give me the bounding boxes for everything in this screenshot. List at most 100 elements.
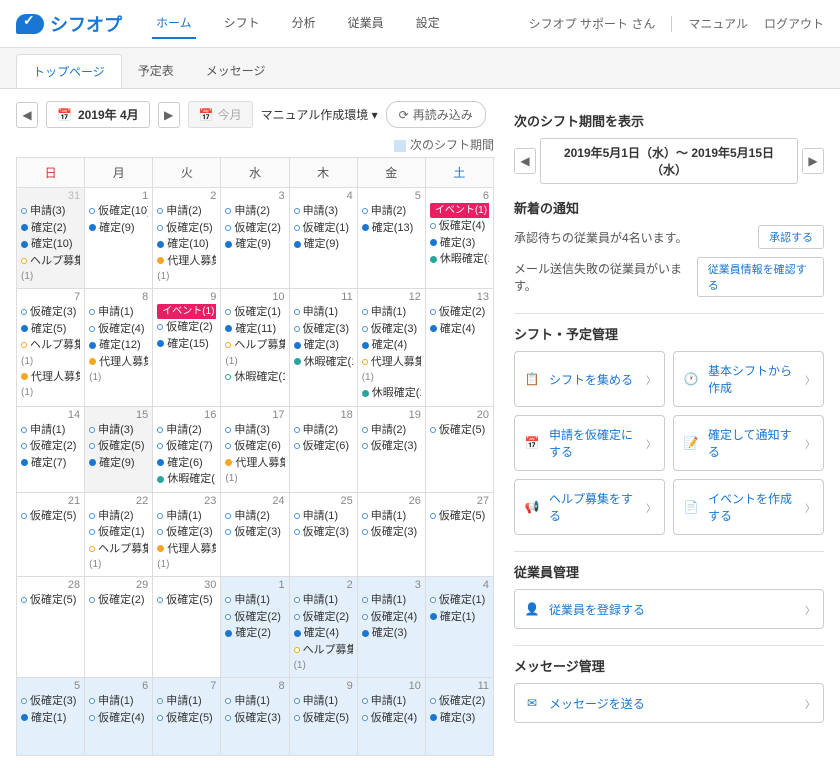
shift-item: 仮確定(4) [89,710,148,727]
shift-action-button[interactable]: 📋シフトを集める〉 [514,351,665,407]
day-number: 27 [430,495,489,507]
calendar-cell[interactable]: 28仮確定(5) [17,577,85,678]
notice-action-button[interactable]: 従業員情報を確認する [697,257,824,297]
tab-message[interactable]: メッセージ [190,54,282,88]
calendar-cell[interactable]: 5仮確定(3)確定(1) [17,678,85,756]
calendar-cell[interactable]: 18申請(2)仮確定(6) [289,406,357,492]
shift-item: (1) [157,269,216,284]
calendar-cell[interactable]: 9申請(1)仮確定(5) [289,678,357,756]
calendar-cell[interactable]: 17申請(3)仮確定(6)代理人募集(1) [221,406,289,492]
calendar-cell[interactable]: 12申請(1)仮確定(3)確定(4)代理人募集(1)休暇確定(1) [357,289,425,407]
calendar-cell[interactable]: 23申請(1)仮確定(3)代理人募集(1) [153,492,221,577]
calendar-cell[interactable]: 22申請(2)仮確定(1)ヘルプ募集(1) [85,492,153,577]
calendar-cell[interactable]: 29仮確定(2) [85,577,153,678]
shift-item: 申請(2) [225,508,284,525]
calendar-cell[interactable]: 7申請(1)仮確定(5) [153,678,221,756]
status-dot [362,208,368,214]
notice-row: 承認待ちの従業員が4名います。承認する [514,225,824,249]
prev-month-button[interactable]: ◀ [16,102,38,128]
calendar-cell[interactable]: 31申請(3)確定(2)確定(10)ヘルプ募集(1) [17,188,85,289]
calendar-cell[interactable]: 11仮確定(2)確定(3) [425,678,493,756]
shift-item: 仮確定(3) [362,438,421,455]
tab-toppage[interactable]: トップページ [16,54,122,88]
register-employee-button[interactable]: 👤従業員を登録する〉 [514,589,824,629]
send-message-button[interactable]: ✉メッセージを送る〉 [514,683,824,723]
this-month-button[interactable]: 📅 今月 [188,101,253,128]
calendar-cell[interactable]: 2申請(1)仮確定(2)確定(4)ヘルプ募集(1) [289,577,357,678]
calendar-cell[interactable]: 10申請(1)仮確定(4) [357,678,425,756]
day-number: 5 [362,190,421,202]
period-next-button[interactable]: ▶ [802,148,824,174]
calendar-cell[interactable]: 6申請(1)仮確定(4) [85,678,153,756]
month-selector[interactable]: 📅 2019年 4月 [46,101,150,128]
env-selector[interactable]: マニュアル作成環境 ▾ [261,106,378,123]
shift-action-button[interactable]: 📅申請を仮確定にする〉 [514,415,665,471]
calendar-cell[interactable]: 1仮確定(10)確定(9) [85,188,153,289]
calendar-cell[interactable]: 1申請(1)仮確定(2)確定(2) [221,577,289,678]
manual-link[interactable]: マニュアル [688,15,748,32]
period-range[interactable]: 2019年5月1日（水）～ 2019年5月15日（水） [540,138,798,184]
calendar-cell[interactable]: 5申請(2)確定(13) [357,188,425,289]
calendar-cell[interactable]: 9イベント(1)仮確定(2)確定(15) [153,289,221,407]
tab-schedule[interactable]: 予定表 [122,54,190,88]
shift-item: 確定(9) [225,236,284,253]
shift-action-button[interactable]: 📢ヘルプ募集をする〉 [514,479,665,535]
period-prev-button[interactable]: ◀ [514,148,536,174]
calendar-cell[interactable]: 2申請(2)仮確定(5)確定(10)代理人募集(1) [153,188,221,289]
calendar-cell[interactable]: 7仮確定(3)確定(5)ヘルプ募集(1)代理人募集(1) [17,289,85,407]
calendar-cell[interactable]: 26申請(1)仮確定(3) [357,492,425,577]
shift-item: 仮確定(2) [225,220,284,237]
calendar-cell[interactable]: 24申請(2)仮確定(3) [221,492,289,577]
status-dot [21,224,28,231]
status-dot [21,373,28,380]
calendar-cell[interactable]: 19申請(2)仮確定(3) [357,406,425,492]
shift-action-button[interactable]: 📝確定して通知する〉 [673,415,824,471]
shift-item: 確定(3) [294,337,353,354]
nav-home[interactable]: ホーム [152,8,196,39]
calendar-cell[interactable]: 15申請(3)仮確定(5)確定(9) [85,406,153,492]
next-month-button[interactable]: ▶ [158,102,180,128]
shift-item: ヘルプ募集 [21,253,80,270]
logout-link[interactable]: ログアウト [764,15,824,32]
shift-item: 申請(3) [89,422,148,439]
status-dot [157,459,164,466]
calendar-cell[interactable]: 10仮確定(1)確定(11)ヘルプ募集(1)休暇確定(1) [221,289,289,407]
status-dot [89,698,95,704]
nav-shift[interactable]: シフト [220,8,264,39]
calendar-cell[interactable]: 16申請(2)仮確定(7)確定(6)休暇確定(1) [153,406,221,492]
calendar-cell[interactable]: 27仮確定(5) [425,492,493,577]
calendar-cell[interactable]: 11申請(1)仮確定(3)確定(3)休暇確定(1) [289,289,357,407]
status-dot [157,225,163,231]
nav-settings[interactable]: 設定 [412,8,444,39]
calendar-cell[interactable]: 21仮確定(5) [17,492,85,577]
calendar-cell[interactable]: 3申請(2)仮確定(2)確定(9) [221,188,289,289]
chevron-right-icon: 〉 [805,500,815,515]
calendar-cell[interactable]: 8申請(1)仮確定(3) [221,678,289,756]
calendar-cell[interactable]: 14申請(1)仮確定(2)確定(7) [17,406,85,492]
reload-button[interactable]: ⟳ 再読み込み [386,101,486,128]
day-number: 5 [21,680,80,692]
nav-analysis[interactable]: 分析 [288,8,320,39]
calendar-cell[interactable]: 6イベント(1)仮確定(4)確定(3)休暇確定(1) [425,188,493,289]
calendar-cell[interactable]: 13仮確定(2)確定(4) [425,289,493,407]
shift-action-button[interactable]: 📄イベントを作成する〉 [673,479,824,535]
nav-employee[interactable]: 従業員 [344,8,388,39]
status-dot [157,340,164,347]
status-dot [362,614,368,620]
calendar-cell[interactable]: 30仮確定(5) [153,577,221,678]
status-dot [362,326,368,332]
shift-item: 仮確定(7) [157,438,216,455]
calendar-cell[interactable]: 8申請(1)仮確定(4)確定(12)代理人募集(1) [85,289,153,407]
day-number: 9 [294,680,353,692]
notice-action-button[interactable]: 承認する [758,225,824,249]
calendar-cell[interactable]: 3申請(1)仮確定(4)確定(3) [357,577,425,678]
calendar-cell[interactable]: 25申請(1)仮確定(3) [289,492,357,577]
calendar-cell[interactable]: 4申請(3)仮確定(1)確定(9) [289,188,357,289]
shift-action-button[interactable]: 🕐基本シフトから作成〉 [673,351,824,407]
shift-item: 申請(1) [362,304,421,321]
calendar-cell[interactable]: 4仮確定(1)確定(1) [425,577,493,678]
mail-icon: ✉ [523,694,541,712]
status-dot [362,597,368,603]
shift-item: 休暇確定(1) [362,385,421,402]
calendar-cell[interactable]: 20仮確定(5) [425,406,493,492]
